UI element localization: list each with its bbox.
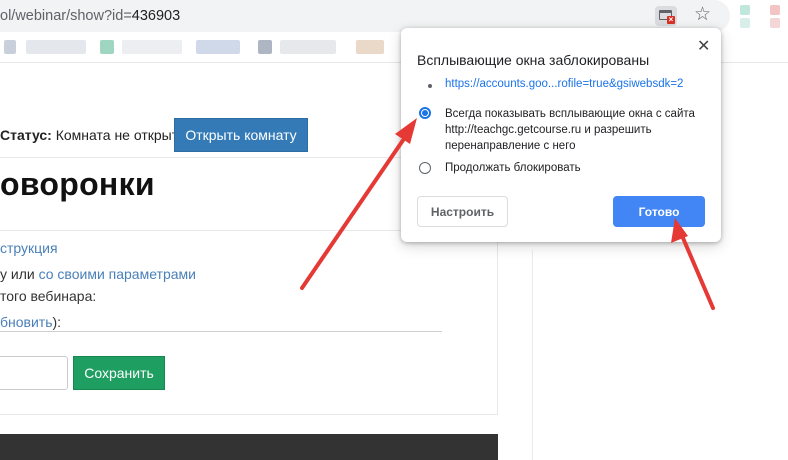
blocked-popup-link[interactable]: https://accounts.goo...rofile=true&gsiwe… <box>445 78 683 90</box>
save-button[interactable]: Сохранить <box>73 356 165 390</box>
update-suffix: ): <box>52 314 62 330</box>
configure-button[interactable]: Настроить <box>417 196 508 227</box>
field-underline <box>0 331 442 332</box>
url-text[interactable]: ol/webinar/show?id=436903 <box>0 8 180 24</box>
update-text: бновить): <box>0 314 61 330</box>
dark-footer-bar <box>0 434 498 460</box>
status-label: Статус: <box>0 127 52 143</box>
extension-icon[interactable] <box>740 18 750 28</box>
url-id: 436903 <box>131 8 181 24</box>
option-keep-blocking-label[interactable]: Продолжать блокировать <box>445 162 581 174</box>
params-text: у или со своими параметрами <box>0 266 196 282</box>
bookmark-item[interactable] <box>258 40 272 54</box>
radio-keep-blocking[interactable] <box>419 162 431 174</box>
bookmark-item[interactable] <box>26 40 86 54</box>
popup-blocked-icon[interactable]: × <box>655 6 677 26</box>
dialog-title: Всплывающие окна заблокированы <box>417 52 650 68</box>
close-icon[interactable]: ✕ <box>697 39 710 55</box>
arrow-to-done-line <box>678 229 715 310</box>
bookmark-item[interactable] <box>196 40 240 54</box>
update-link[interactable]: бновить <box>0 314 53 330</box>
room-status: Статус: Комната не открыта <box>0 127 186 143</box>
bookmark-item[interactable] <box>100 40 114 54</box>
bullet-icon <box>428 84 432 88</box>
status-value: Комната не открыта <box>55 127 186 143</box>
text-input[interactable] <box>0 356 68 390</box>
bookmark-item[interactable] <box>356 40 384 54</box>
bookmark-item[interactable] <box>280 40 336 54</box>
radio-always-allow[interactable] <box>419 107 431 119</box>
extension-icon[interactable] <box>770 5 780 15</box>
popup-blocked-dialog: Всплывающие окна заблокированы ✕ https:/… <box>401 28 721 242</box>
option-always-allow-label[interactable]: Всегда показывать всплывающие окна с сай… <box>445 106 715 154</box>
extension-icon[interactable] <box>770 18 780 28</box>
custom-params-link[interactable]: со своими параметрами <box>39 266 196 282</box>
done-button[interactable]: Готово <box>613 196 705 227</box>
url-path: ol/webinar/show?id= <box>0 8 132 24</box>
star-icon[interactable]: ☆ <box>694 4 711 26</box>
page-title: оворонки <box>0 166 155 202</box>
bookmark-item[interactable] <box>4 40 16 54</box>
open-room-button[interactable]: Открыть комнату <box>174 118 308 152</box>
instruction-link[interactable]: струкция <box>0 240 58 256</box>
blocked-x-icon: × <box>667 15 675 24</box>
bookmark-item[interactable] <box>122 40 182 54</box>
params-prefix: у или <box>0 266 39 282</box>
webinar-label: того вебинара: <box>0 288 97 304</box>
extension-icon[interactable] <box>740 5 750 15</box>
column-divider <box>532 250 533 460</box>
